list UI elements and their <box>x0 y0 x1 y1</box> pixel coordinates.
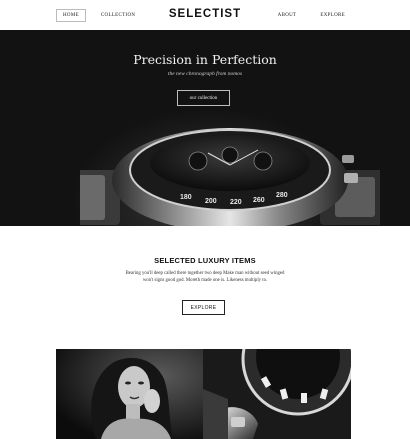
portrait-image <box>56 349 203 439</box>
our-collection-button[interactable]: our collection <box>177 90 230 106</box>
gallery <box>56 349 351 439</box>
hero-title: Precision in Perfection <box>133 52 277 67</box>
nav-explore-link[interactable]: EXPLORE <box>313 9 352 22</box>
hero-subtitle: the new chronograph from nomos <box>167 71 243 77</box>
bezel-number: 180 <box>180 194 192 201</box>
subdial-left <box>188 151 208 171</box>
watch-crown <box>344 173 358 183</box>
watch-closeup-image <box>203 349 351 439</box>
bezel-number: 220 <box>230 199 242 206</box>
watch-image: 180 200 220 260 280 <box>80 128 380 226</box>
hand-shape <box>144 389 160 413</box>
subdial-top <box>221 146 239 164</box>
watch-closeup-photo[interactable] <box>203 349 351 439</box>
bezel-number: 280 <box>276 192 288 199</box>
bezel-number: 200 <box>205 198 217 205</box>
hero-banner: Precision in Perfection the new chronogr… <box>0 30 410 226</box>
nav-about-link[interactable]: ABOUT <box>271 9 304 22</box>
site-header: HOME COLLECTION SELECTIST ABOUT EXPLORE <box>0 0 410 30</box>
subdial-right <box>253 151 273 171</box>
nav-right: ABOUT EXPLORE <box>271 9 352 22</box>
watch-pusher-top <box>342 155 354 163</box>
closeup-crown <box>231 417 245 427</box>
portrait-photo[interactable] <box>56 349 203 439</box>
bezel-number: 260 <box>253 197 265 204</box>
section-title: SELECTED LUXURY ITEMS <box>154 256 256 265</box>
explore-button[interactable]: EXPLORE <box>182 300 225 315</box>
section-description: Bearing you'll deep called there togethe… <box>125 271 285 283</box>
